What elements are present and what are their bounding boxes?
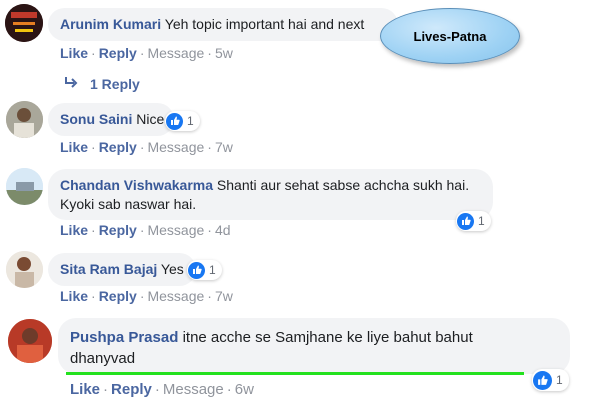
comment-bubble: Chandan Vishwakarma Shanti aur sehat sab… — [48, 169, 493, 220]
timestamp[interactable]: 4d — [215, 222, 231, 238]
message-link[interactable]: Message — [147, 139, 204, 155]
comment-actions: Like · Reply · Message · 7w — [60, 288, 233, 304]
timestamp[interactable]: 7w — [215, 288, 233, 304]
comment-text-line2: dhanyvad — [70, 350, 136, 367]
overlay-tag: Lives-Patna — [380, 8, 520, 64]
commenter-name[interactable]: Arunim Kumari — [60, 16, 161, 32]
comment-bubble: Sita Ram Bajaj Yes — [48, 253, 196, 286]
commenter-name[interactable]: Chandan Vishwakarma — [60, 177, 213, 193]
reaction-count: 1 — [478, 214, 485, 228]
like-reaction-icon — [188, 261, 205, 279]
commenter-name[interactable]: Pushpa Prasad — [70, 329, 178, 346]
timestamp[interactable]: 5w — [215, 45, 233, 61]
like-link[interactable]: Like — [60, 288, 88, 304]
reaction-badge[interactable]: 1 — [187, 260, 222, 280]
avatar[interactable] — [6, 168, 43, 205]
message-link[interactable]: Message — [147, 45, 204, 61]
reply-link[interactable]: Reply — [99, 288, 137, 304]
reply-link[interactable]: Reply — [111, 381, 152, 398]
like-reaction-icon — [533, 370, 552, 390]
like-link[interactable]: Like — [60, 45, 88, 61]
avatar[interactable] — [8, 319, 52, 363]
comment-bubble: Pushpa Prasad itne acche se Samjhane ke … — [58, 318, 570, 374]
reaction-badge[interactable]: 1 — [165, 111, 200, 131]
comment-text: Shanti aur sehat sabse achcha sukh hai. — [216, 177, 470, 193]
comment-actions: Like · Reply · Message · 6w — [70, 381, 254, 398]
message-link[interactable]: Message — [147, 222, 204, 238]
comment-text: Yeh topic important hai and next — [164, 16, 365, 32]
reaction-count: 1 — [187, 114, 194, 128]
reaction-badge[interactable]: 1 — [532, 369, 569, 391]
message-link[interactable]: Message — [163, 381, 224, 398]
timestamp[interactable]: 7w — [215, 139, 233, 155]
reply-link[interactable]: Reply — [99, 139, 137, 155]
avatar[interactable] — [5, 4, 43, 42]
like-link[interactable]: Like — [60, 222, 88, 238]
comment-text: itne acche se Samjhane ke liye bahut bah… — [182, 329, 473, 346]
reply-link[interactable]: Reply — [99, 222, 137, 238]
reaction-count: 1 — [556, 373, 563, 387]
avatar[interactable] — [6, 101, 43, 138]
reply-arrow-icon — [64, 76, 78, 92]
highlight-underline — [66, 372, 524, 375]
timestamp[interactable]: 6w — [235, 381, 254, 398]
comment-text-line2: Kyoki sab naswar hai. — [60, 196, 197, 212]
comment-actions: Like · Reply · Message · 5w — [60, 45, 233, 61]
reply-link[interactable]: Reply — [99, 45, 137, 61]
commenter-name[interactable]: Sonu Saini — [60, 111, 132, 127]
comment-text: Yes — [160, 261, 184, 277]
replies-count-label[interactable]: 1 Reply — [90, 76, 140, 92]
comment-bubble: Sonu Saini Nice — [48, 103, 174, 136]
like-link[interactable]: Like — [60, 139, 88, 155]
view-replies[interactable]: 1 Reply — [64, 76, 140, 92]
like-reaction-icon — [166, 112, 183, 130]
reaction-badge[interactable]: 1 — [456, 211, 491, 231]
overlay-tag-label: Lives-Patna — [413, 28, 487, 44]
avatar[interactable] — [6, 251, 43, 288]
comment-actions: Like · Reply · Message · 4d — [60, 222, 231, 238]
reaction-count: 1 — [209, 263, 216, 277]
commenter-name[interactable]: Sita Ram Bajaj — [60, 261, 157, 277]
comment-text: Nice — [136, 111, 165, 127]
message-link[interactable]: Message — [147, 288, 204, 304]
comment-bubble: Arunim Kumari Yeh topic important hai an… — [48, 8, 398, 41]
comment-actions: Like · Reply · Message · 7w — [60, 139, 233, 155]
like-reaction-icon — [457, 212, 474, 230]
like-link[interactable]: Like — [70, 381, 100, 398]
